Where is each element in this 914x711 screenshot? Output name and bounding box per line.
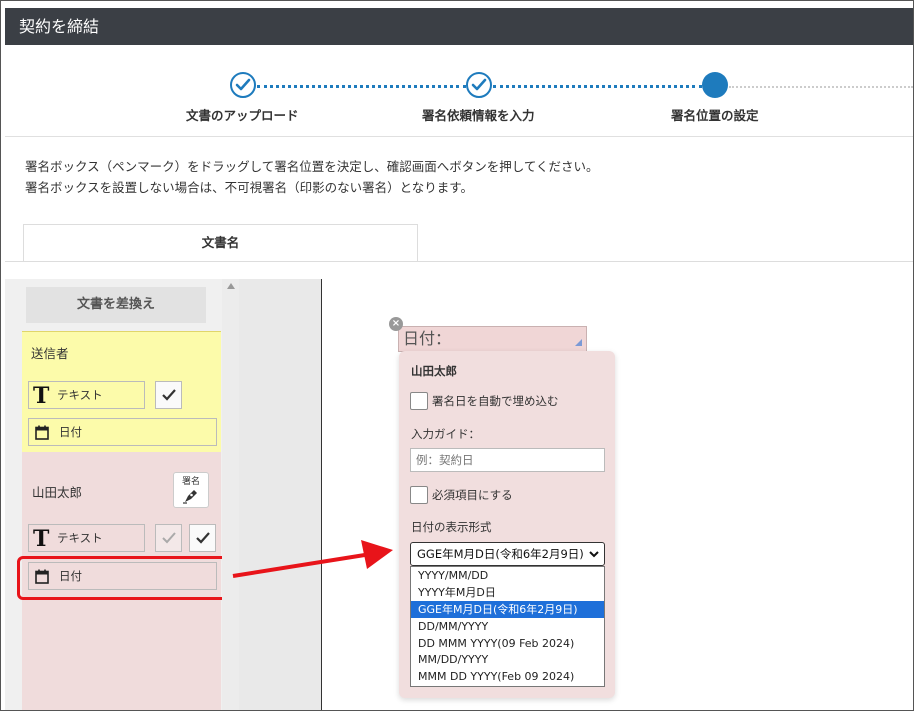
auto-fill-label: 署名日を自動で埋め込む — [432, 394, 559, 408]
user-name-label: 山田太郎 — [32, 485, 83, 500]
instruction-line-2: 署名ボックスを設置しない場合は、不可視署名（印影のない署名）となります。 — [25, 180, 474, 195]
step-connector-2 — [493, 85, 702, 88]
popup-user-name: 山田太郎 — [411, 364, 457, 378]
step-1-label: 文書のアップロード — [186, 108, 299, 123]
user-text-field-label: テキスト — [57, 531, 103, 545]
sender-text-check-button[interactable] — [155, 381, 182, 409]
check-icon — [162, 389, 176, 401]
calendar-icon — [35, 425, 49, 440]
guide-label: 入力ガイド： — [411, 427, 480, 441]
check-icon — [162, 532, 176, 544]
format-option[interactable]: MM/DD/YYYY — [411, 651, 604, 668]
scroll-up-arrow-icon[interactable] — [227, 283, 235, 289]
selected-format-value: GGE年M月D日(令和6年2月9日) — [417, 547, 584, 561]
chevron-down-icon — [589, 551, 599, 558]
replace-document-button[interactable]: 文書を差換え — [26, 287, 206, 323]
instructions: 署名ボックス（ペンマーク）をドラッグして署名位置を決定し、確認画面へボタンを押し… — [25, 156, 599, 198]
sign-button-label: 署名 — [181, 477, 200, 487]
auto-fill-checkbox[interactable] — [410, 392, 428, 410]
sender-date-field-label: 日付 — [59, 425, 82, 439]
date-format-options: YYYY/MM/DD YYYY年M月D日 GGE年M月D日(令和6年2月9日) … — [410, 566, 605, 687]
sender-text-field[interactable]: T テキスト — [28, 381, 145, 409]
app-frame: 契約を締結 文書のアップロード 署名依頼情報を入力 署名位置の設定 署名ボックス… — [0, 0, 914, 711]
instruction-line-1: 署名ボックス（ペンマーク）をドラッグして署名位置を決定し、確認画面へボタンを押し… — [25, 159, 599, 174]
step-1-check-icon — [230, 72, 256, 98]
required-label: 必須項目にする — [432, 488, 513, 502]
format-option[interactable]: YYYY年M月D日 — [411, 584, 604, 601]
left-panel-scrollbar[interactable] — [222, 279, 239, 710]
step-connector-3 — [729, 86, 913, 88]
format-option[interactable]: DD/MM/YYYY — [411, 618, 604, 635]
tab-divider — [5, 261, 913, 262]
check-icon — [196, 532, 210, 544]
format-option[interactable]: YYYY/MM/DD — [411, 567, 604, 584]
format-option-selected[interactable]: GGE年M月D日(令和6年2月9日) — [411, 600, 604, 618]
step-3-label: 署名位置の設定 — [671, 108, 759, 123]
user-text-field[interactable]: T テキスト — [28, 524, 145, 552]
highlight-box — [17, 556, 229, 600]
resize-handle-icon[interactable] — [575, 339, 582, 346]
required-checkbox[interactable] — [410, 486, 428, 504]
sender-date-field[interactable]: 日付 — [28, 418, 217, 446]
step-connector-1 — [257, 85, 466, 88]
guide-input[interactable] — [410, 448, 605, 472]
annotation-arrow-icon — [232, 540, 393, 578]
signature-box-button[interactable]: 署名 — [173, 472, 209, 508]
text-t-icon: T — [33, 383, 50, 409]
remove-box-close-icon[interactable]: × — [389, 317, 403, 331]
placed-date-box[interactable]: 日付： — [398, 326, 587, 352]
date-format-select[interactable]: GGE年M月D日(令和6年2月9日) — [410, 542, 605, 566]
window-title: 契約を締結 — [5, 8, 913, 45]
pen-icon — [183, 490, 197, 504]
document-edge — [321, 279, 322, 710]
sender-text-field-label: テキスト — [57, 388, 103, 402]
step-2-label: 署名依頼情報を入力 — [422, 108, 535, 123]
viewer-gutter — [239, 279, 321, 710]
user-text-check-button[interactable] — [189, 524, 216, 552]
tab-document[interactable]: 文書名 — [23, 224, 418, 262]
format-option[interactable]: DD MMM YYYY(09 Feb 2024) — [411, 635, 604, 652]
step-3-current-icon — [702, 72, 728, 98]
user-text-check-button-disabled[interactable] — [155, 524, 182, 552]
step-2-check-icon — [466, 72, 492, 98]
format-option[interactable]: MMM DD YYYY(Feb 09 2024) — [411, 668, 604, 685]
text-t-icon: T — [33, 526, 50, 552]
sender-label: 送信者 — [31, 346, 69, 361]
format-label: 日付の表示形式 — [411, 520, 492, 534]
